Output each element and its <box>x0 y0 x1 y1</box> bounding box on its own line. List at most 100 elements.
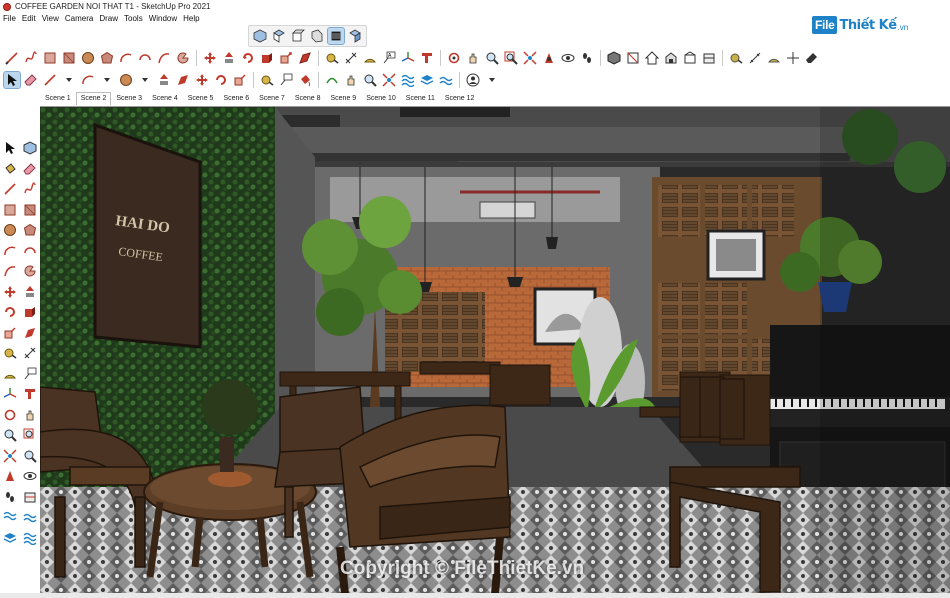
menu-help[interactable]: Help <box>180 13 202 25</box>
sandbox-smoove-icon[interactable] <box>22 509 38 525</box>
layers-icon[interactable] <box>419 72 435 88</box>
walk-icon[interactable] <box>2 489 18 505</box>
push-pull-icon[interactable] <box>22 284 38 300</box>
rotate-icon[interactable] <box>240 50 256 66</box>
styles-icon[interactable] <box>625 50 641 66</box>
freehand-icon[interactable] <box>23 50 39 66</box>
protractor-icon[interactable] <box>362 50 378 66</box>
layers-icon[interactable] <box>2 530 18 546</box>
offset-icon[interactable] <box>22 325 38 341</box>
zoom-extents-icon[interactable] <box>522 50 538 66</box>
text-tool-icon[interactable] <box>785 50 801 66</box>
rotate-icon[interactable] <box>2 304 18 320</box>
arc-icon[interactable] <box>118 50 134 66</box>
walk-icon[interactable] <box>579 50 595 66</box>
line-tool-icon[interactable] <box>42 72 58 88</box>
zoom-icon[interactable] <box>484 50 500 66</box>
sandbox-icon[interactable] <box>400 72 416 88</box>
eraser-tool-icon[interactable] <box>23 72 39 88</box>
zoom-tool-icon[interactable] <box>362 72 378 88</box>
arc-icon[interactable] <box>2 243 18 259</box>
left-view-icon[interactable] <box>347 28 363 44</box>
axes-icon[interactable] <box>2 386 18 402</box>
scene-tab[interactable]: Scene 9 <box>326 92 362 105</box>
section-plane-icon[interactable] <box>701 50 717 66</box>
user-account-icon[interactable] <box>465 72 481 88</box>
rotated-rectangle-icon[interactable] <box>22 202 38 218</box>
menu-edit[interactable]: Edit <box>19 13 39 25</box>
follow-me-icon[interactable] <box>22 304 38 320</box>
orbit-icon[interactable] <box>446 50 462 66</box>
dropdown-arrow-icon[interactable] <box>61 72 77 88</box>
two-point-arc-icon[interactable] <box>22 243 38 259</box>
push-pull-tool-icon[interactable] <box>156 72 172 88</box>
line-icon[interactable] <box>2 181 18 197</box>
eraser-icon[interactable] <box>804 50 820 66</box>
two-point-arc-icon[interactable] <box>137 50 153 66</box>
pan-icon[interactable] <box>465 50 481 66</box>
sandbox-icon[interactable] <box>2 509 18 525</box>
components-icon[interactable] <box>606 50 622 66</box>
scene-tab-active[interactable]: Scene 2 <box>75 92 112 105</box>
paint-bucket-icon[interactable] <box>2 161 18 177</box>
menu-file[interactable]: File <box>0 13 19 25</box>
position-camera-icon[interactable] <box>541 50 557 66</box>
rectangle-icon[interactable] <box>2 202 18 218</box>
text-icon[interactable]: A <box>381 50 397 66</box>
scale-icon[interactable] <box>278 50 294 66</box>
pie-icon[interactable] <box>175 50 191 66</box>
dimension-icon[interactable] <box>343 50 359 66</box>
circle-icon[interactable] <box>80 50 96 66</box>
orbit-icon[interactable] <box>2 407 18 423</box>
extension-icon[interactable] <box>682 50 698 66</box>
scene-tab[interactable]: Scene 10 <box>361 92 401 105</box>
3d-text-icon[interactable] <box>22 386 38 402</box>
look-around-icon[interactable] <box>560 50 576 66</box>
move-tool-icon[interactable] <box>194 72 210 88</box>
tape-icon[interactable] <box>728 50 744 66</box>
scale-tool-icon[interactable] <box>232 72 248 88</box>
polygon-icon[interactable] <box>22 222 38 238</box>
text-icon[interactable] <box>22 366 38 382</box>
scene-tab[interactable]: Scene 4 <box>147 92 183 105</box>
circle-tool-icon[interactable] <box>118 72 134 88</box>
menu-tools[interactable]: Tools <box>121 13 146 25</box>
scene-tab[interactable]: Scene 7 <box>254 92 290 105</box>
scene-tab[interactable]: Scene 8 <box>290 92 326 105</box>
protractor-tool-icon[interactable] <box>766 50 782 66</box>
menu-view[interactable]: View <box>39 13 62 25</box>
menu-window[interactable]: Window <box>146 13 180 25</box>
line-icon[interactable] <box>4 50 20 66</box>
look-around-icon[interactable] <box>22 468 38 484</box>
scale-icon[interactable] <box>2 325 18 341</box>
scene-tab[interactable]: Scene 12 <box>440 92 480 105</box>
paint-bucket-icon[interactable] <box>297 72 313 88</box>
make-component-icon[interactable] <box>22 140 38 156</box>
three-point-arc-icon[interactable] <box>156 50 172 66</box>
dimension-icon[interactable] <box>22 345 38 361</box>
zoom-extents-tool-icon[interactable] <box>381 72 397 88</box>
dropdown-arrow-icon[interactable] <box>99 72 115 88</box>
dropdown-arrow-icon[interactable] <box>484 72 500 88</box>
scene-tab[interactable]: Scene 1 <box>40 92 76 105</box>
dropdown-arrow-icon[interactable] <box>137 72 153 88</box>
select-icon[interactable] <box>2 140 18 156</box>
section-plane-icon[interactable] <box>22 489 38 505</box>
iso-view-icon[interactable] <box>252 28 268 44</box>
warehouse-icon[interactable] <box>663 50 679 66</box>
circle-icon[interactable] <box>2 222 18 238</box>
arc-tool-icon[interactable] <box>80 72 96 88</box>
menu-draw[interactable]: Draw <box>96 13 121 25</box>
three-point-arc-icon[interactable] <box>2 263 18 279</box>
push-pull-icon[interactable] <box>221 50 237 66</box>
protractor-icon[interactable] <box>2 366 18 382</box>
tape-measure-tool-icon[interactable] <box>259 72 275 88</box>
3d-text-icon[interactable] <box>419 50 435 66</box>
text-label-icon[interactable] <box>278 72 294 88</box>
right-view-icon[interactable] <box>309 28 325 44</box>
zoom-previous-icon[interactable] <box>22 448 38 464</box>
scene-tab[interactable]: Scene 5 <box>183 92 219 105</box>
zoom-extents-icon[interactable] <box>2 448 18 464</box>
freehand-icon[interactable] <box>22 181 38 197</box>
tape-measure-icon[interactable] <box>2 345 18 361</box>
